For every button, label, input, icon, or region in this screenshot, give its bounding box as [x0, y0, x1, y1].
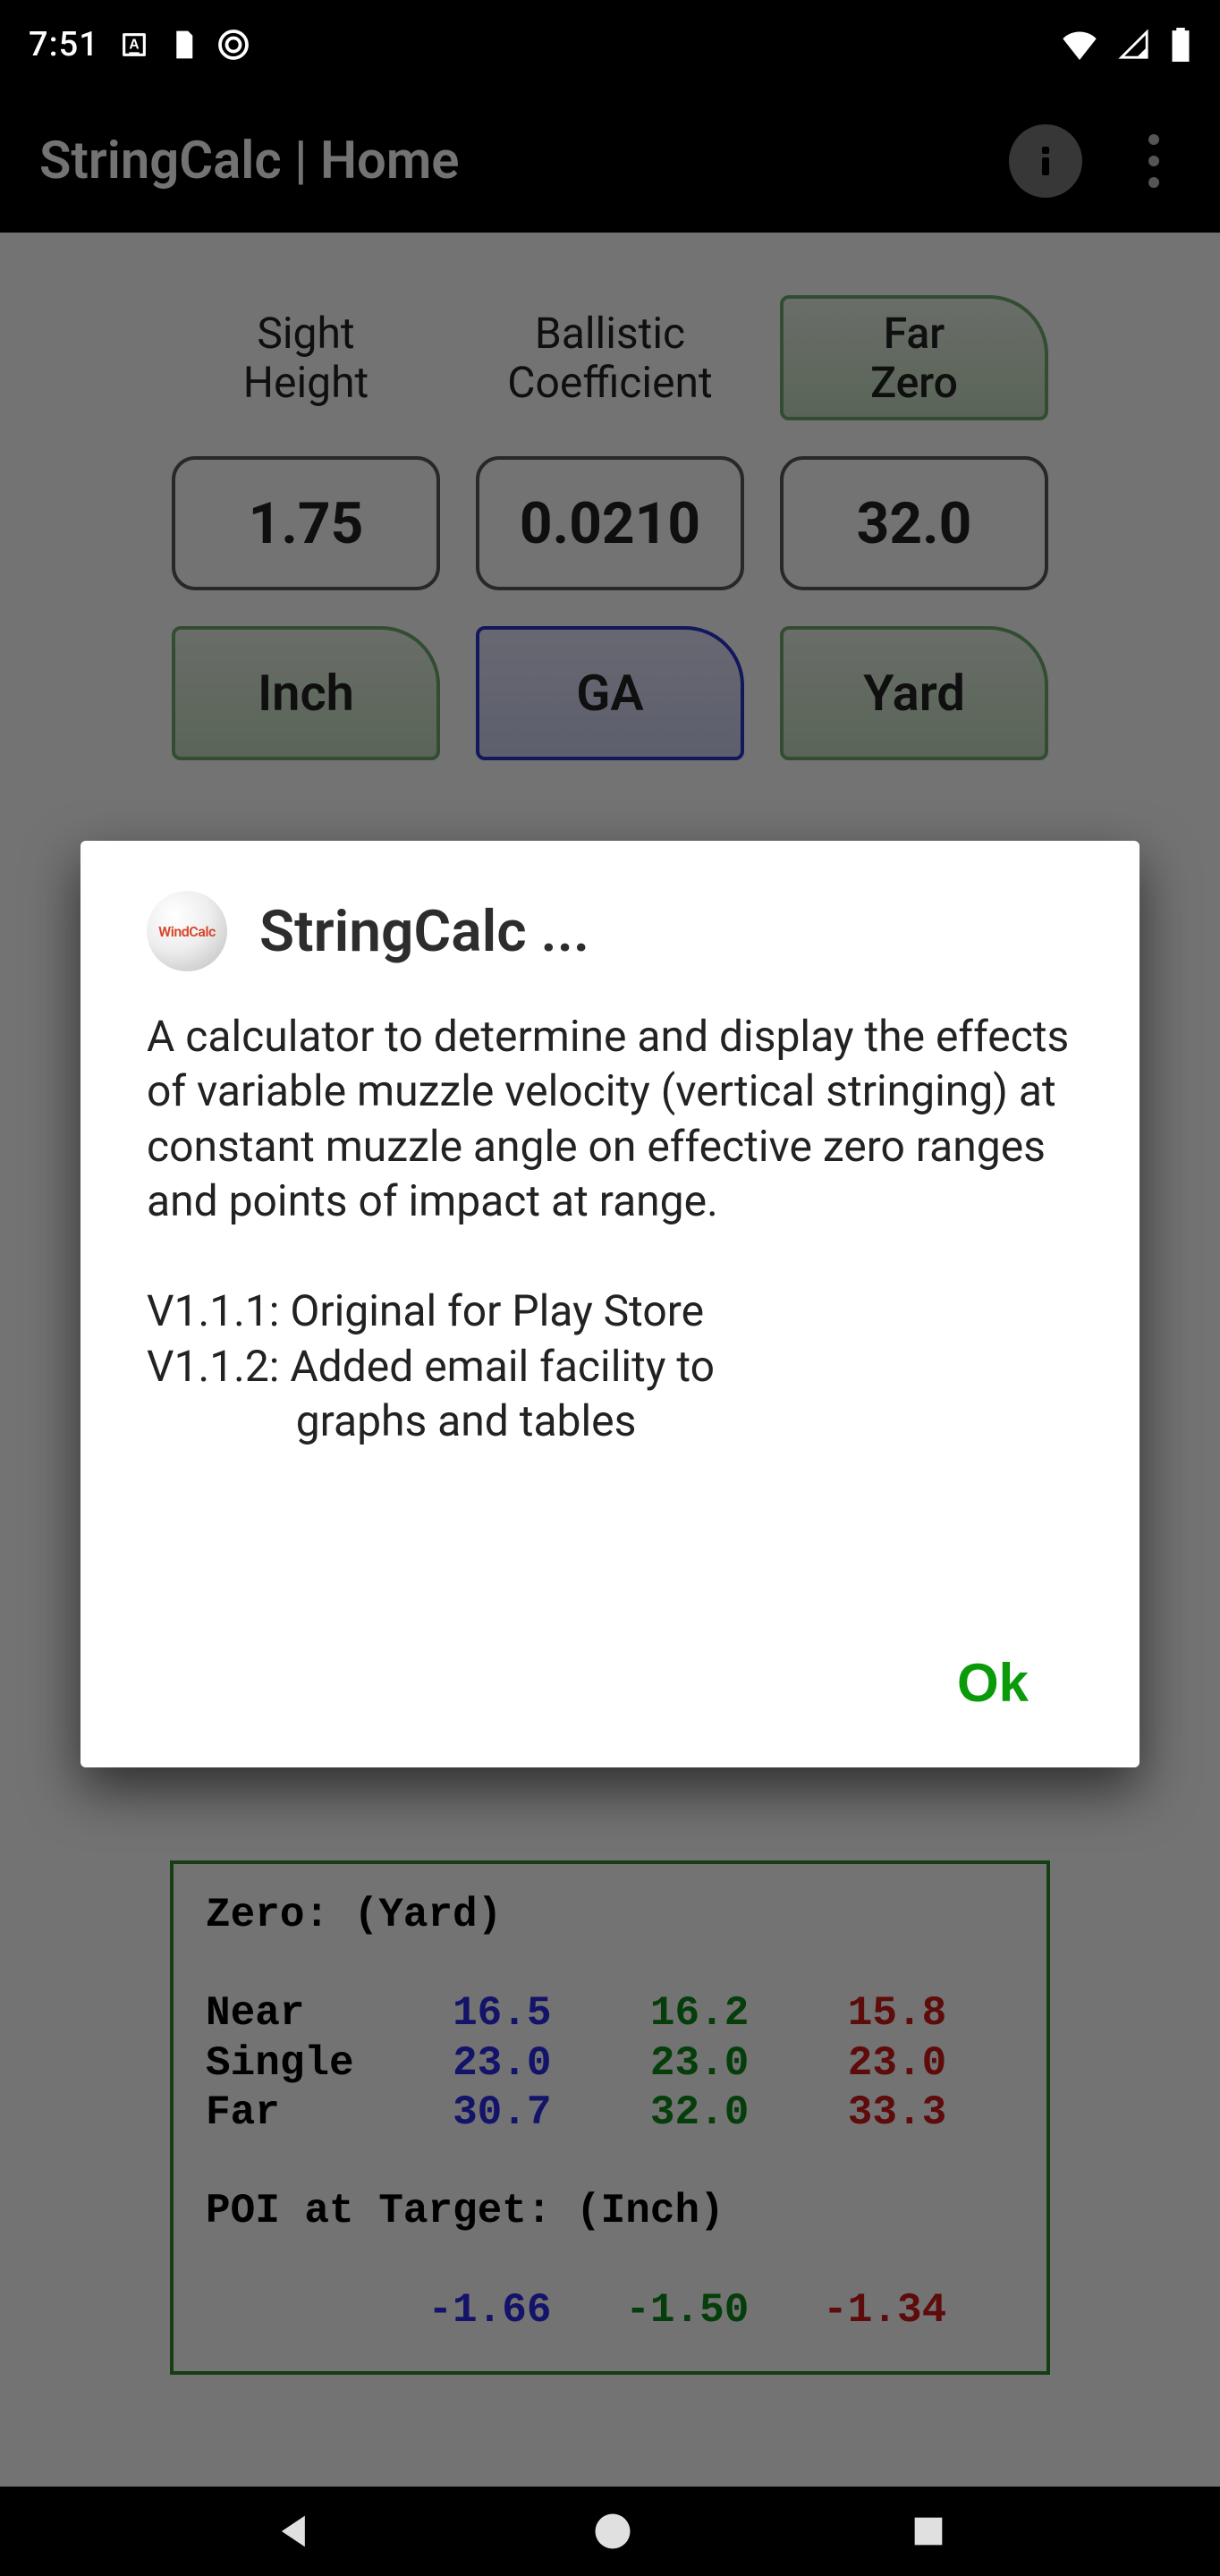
- ok-button[interactable]: Ok: [930, 1634, 1055, 1732]
- status-clock: 7:51: [29, 25, 99, 64]
- recents-icon[interactable]: [908, 2511, 949, 2552]
- svg-text:A: A: [129, 37, 139, 52]
- dialog-actions: Ok: [147, 1634, 1073, 1732]
- dialog-title: StringCalc ...: [259, 898, 589, 965]
- logo-text: WindCalc: [158, 923, 216, 940]
- dnd-icon: [217, 29, 250, 61]
- status-right: [1061, 28, 1191, 62]
- back-icon[interactable]: [272, 2508, 318, 2555]
- app-logo-icon: WindCalc: [147, 891, 227, 971]
- home-icon[interactable]: [589, 2508, 636, 2555]
- android-nav-bar: [0, 2487, 1220, 2576]
- sd-card-icon: [169, 29, 198, 61]
- about-dialog: WindCalc StringCalc ... A calculator to …: [80, 841, 1140, 1767]
- cell-signal-icon: [1118, 30, 1150, 60]
- battery-icon: [1170, 28, 1191, 62]
- wifi-icon: [1061, 30, 1098, 60]
- status-left: 7:51 A: [29, 25, 250, 64]
- keyboard-icon: A: [119, 30, 149, 60]
- android-status-bar: 7:51 A: [0, 0, 1220, 89]
- dialog-head: WindCalc StringCalc ...: [147, 891, 1073, 971]
- dialog-body: A calculator to determine and display th…: [147, 1009, 1073, 1634]
